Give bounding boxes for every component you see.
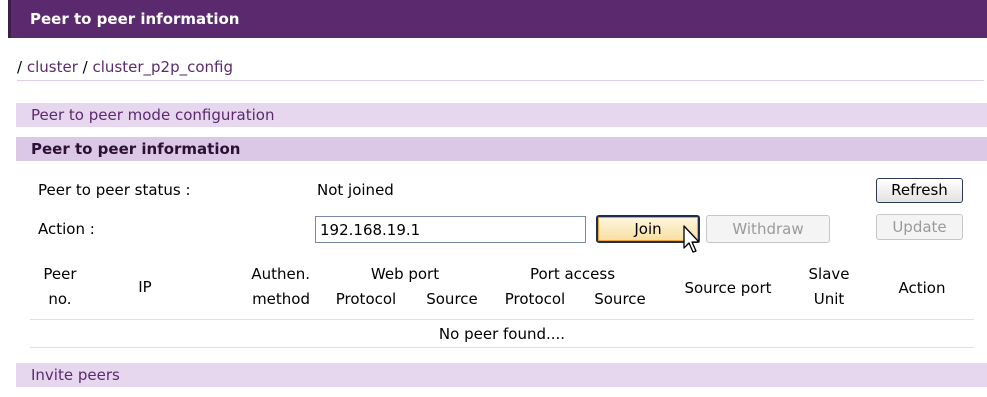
table-bottom-divider [30, 347, 974, 348]
col-authen-line1: Authen. [251, 265, 310, 283]
refresh-button[interactable]: Refresh [876, 178, 963, 203]
col-port-access: Port access [529, 265, 616, 283]
page-header: Peer to peer information [8, 0, 987, 38]
col-source-port: Source port [684, 279, 772, 297]
col-access-source: Source [594, 290, 646, 308]
breadcrumb: / cluster / cluster_p2p_config [17, 58, 233, 76]
page-title: Peer to peer information [30, 10, 240, 28]
action-label: Action : [38, 220, 95, 238]
col-web-source: Source [426, 290, 478, 308]
mouse-pointer-icon [683, 225, 700, 253]
section-peer-information-label: Peer to peer information [31, 140, 241, 158]
status-value: Not joined [317, 181, 394, 199]
section-invite-peers-label[interactable]: Invite peers [31, 366, 120, 384]
breadcrumb-separator: / [17, 58, 23, 76]
col-ip: IP [138, 278, 152, 296]
col-web-protocol: Protocol [335, 290, 397, 308]
update-button[interactable]: Update [876, 214, 963, 240]
col-slave-unit-line2: Unit [813, 290, 845, 308]
table-header-divider [30, 319, 974, 320]
section-peer-information: Peer to peer information [16, 137, 987, 161]
breadcrumb-separator: / [82, 58, 88, 76]
breadcrumb-cluster-link[interactable]: cluster [27, 58, 78, 76]
section-mode-configuration-label[interactable]: Peer to peer mode configuration [31, 106, 274, 124]
col-authen-line2: method [252, 290, 310, 308]
col-peer-no-line1: Peer [43, 265, 77, 283]
empty-table-message: No peer found.... [438, 325, 566, 343]
withdraw-button[interactable]: Withdraw [706, 215, 830, 243]
col-action: Action [898, 279, 946, 297]
breadcrumb-divider [17, 80, 984, 81]
peer-ip-input[interactable] [315, 216, 586, 243]
section-mode-configuration[interactable]: Peer to peer mode configuration [16, 103, 987, 127]
breadcrumb-p2p-config-link[interactable]: cluster_p2p_config [92, 58, 233, 76]
col-web-port: Web port [370, 265, 440, 283]
col-access-protocol: Protocol [504, 290, 566, 308]
col-slave-unit-line1: Slave [808, 265, 850, 283]
section-invite-peers[interactable]: Invite peers [16, 363, 987, 387]
status-label: Peer to peer status : [38, 181, 191, 199]
col-peer-no-line2: no. [48, 290, 72, 308]
